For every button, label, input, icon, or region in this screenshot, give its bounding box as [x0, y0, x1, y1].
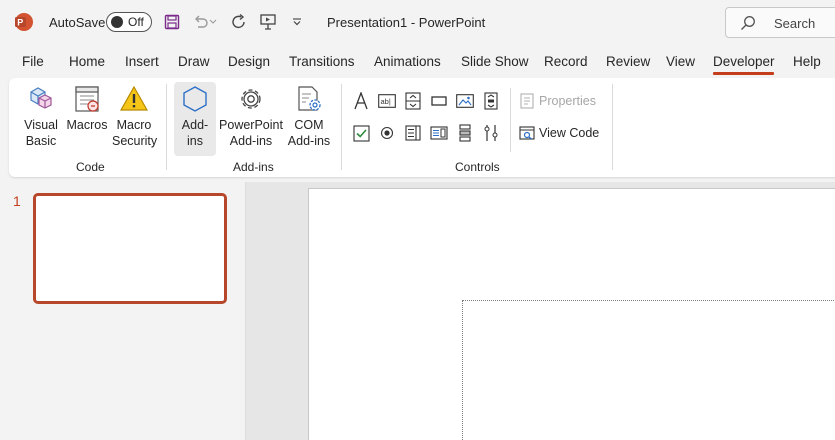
add-ins-button[interactable]: Add- ins [174, 82, 216, 156]
label-control-icon[interactable] [352, 92, 370, 110]
powerpoint-add-ins-label-2: Add-ins [229, 133, 273, 148]
com-add-ins-label-2: Add-ins [287, 133, 331, 148]
tab-design[interactable]: Design [228, 54, 270, 69]
group-separator [166, 84, 167, 170]
active-tab-indicator [713, 72, 774, 75]
search-icon [741, 16, 755, 30]
properties-icon [520, 93, 534, 109]
tab-animations[interactable]: Animations [374, 54, 441, 69]
tab-home[interactable]: Home [69, 54, 105, 69]
tab-insert[interactable]: Insert [125, 54, 159, 69]
powerpoint-add-ins-label-1: PowerPoint [219, 118, 283, 132]
macros-icon [75, 86, 99, 112]
properties-button[interactable]: Properties [519, 93, 596, 109]
command-button-control-icon[interactable] [430, 92, 448, 110]
listbox-control-icon[interactable] [404, 124, 422, 142]
autosave-label: AutoSave [49, 15, 106, 30]
visual-basic-button[interactable]: Visual Basic [21, 84, 61, 149]
powerpoint-add-ins-button[interactable]: PowerPoint Add-ins [218, 84, 284, 149]
undo-dropdown-icon[interactable] [207, 12, 219, 32]
scrollbar-control-icon[interactable] [482, 92, 500, 110]
tab-slide-show[interactable]: Slide Show [461, 54, 529, 69]
com-add-ins-icon [298, 86, 321, 111]
toggle-knob [111, 16, 123, 28]
save-icon[interactable] [161, 12, 183, 32]
search-box[interactable]: Search [725, 7, 835, 38]
tab-draw[interactable]: Draw [178, 54, 210, 69]
com-add-ins-button[interactable]: COM Add-ins [287, 84, 331, 149]
checkbox-control-icon[interactable] [352, 124, 370, 142]
combobox-control-icon[interactable] [430, 124, 448, 142]
more-controls-icon[interactable] [482, 124, 500, 142]
image-control-icon[interactable] [456, 92, 474, 110]
tab-view[interactable]: View [666, 54, 695, 69]
autosave-state: Off [128, 15, 144, 29]
group-separator [341, 84, 342, 170]
visual-basic-icon [30, 87, 52, 109]
option-button-control-icon[interactable] [378, 124, 396, 142]
content-placeholder[interactable] [462, 300, 835, 440]
svg-text:P: P [17, 18, 23, 28]
tab-developer[interactable]: Developer [713, 54, 775, 69]
macro-security-label-1: Macro [116, 118, 152, 132]
autosave-toggle[interactable]: Off [106, 12, 152, 32]
present-from-beginning-icon[interactable] [257, 12, 279, 32]
redo-icon[interactable] [228, 12, 250, 32]
macros-button[interactable]: Macros [66, 84, 108, 134]
view-code-button[interactable]: View Code [519, 125, 599, 141]
tab-review[interactable]: Review [606, 54, 650, 69]
controls-inner-separator [510, 88, 511, 152]
view-code-label: View Code [539, 126, 600, 140]
spin-button-control-icon[interactable] [404, 92, 422, 110]
customize-qat-icon[interactable] [286, 12, 308, 32]
properties-label: Properties [539, 94, 596, 108]
view-code-icon [519, 126, 535, 140]
warning-icon [119, 85, 149, 111]
textbox-control-icon[interactable]: ab| [378, 92, 396, 110]
svg-text:ab|: ab| [381, 97, 391, 106]
macro-security-button[interactable]: Macro Security [112, 84, 158, 149]
add-ins-label-1: Add- [181, 118, 209, 132]
tab-transitions[interactable]: Transitions [289, 54, 355, 69]
slide-thumbnail[interactable] [33, 193, 227, 304]
document-title: Presentation1 - PowerPoint [327, 15, 486, 30]
ribbon-tabs: File Home Insert Draw Design Transitions… [0, 44, 835, 78]
toggle-button-control-icon[interactable] [456, 124, 474, 142]
group-label-code: Code [76, 160, 105, 174]
powerpoint-logo-icon: P [15, 13, 33, 31]
group-label-controls: Controls [455, 160, 500, 174]
add-ins-icon [183, 86, 207, 112]
visual-basic-label-1: Visual [24, 118, 58, 132]
tab-record[interactable]: Record [544, 54, 588, 69]
tab-help[interactable]: Help [793, 54, 821, 69]
macros-label: Macros [66, 118, 108, 132]
com-add-ins-label-1: COM [294, 118, 324, 132]
gear-icon [241, 89, 261, 109]
search-placeholder: Search [774, 16, 816, 31]
macro-security-label-2: Security [112, 133, 158, 148]
title-bar: P AutoSave Off Presentation1 - PowerPoin… [0, 0, 835, 44]
group-separator [612, 84, 613, 170]
add-ins-label-2: ins [187, 133, 203, 148]
slide-number: 1 [13, 193, 21, 209]
visual-basic-label-2: Basic [25, 133, 57, 148]
group-label-add-ins: Add-ins [233, 160, 274, 174]
tab-file[interactable]: File [22, 54, 44, 69]
